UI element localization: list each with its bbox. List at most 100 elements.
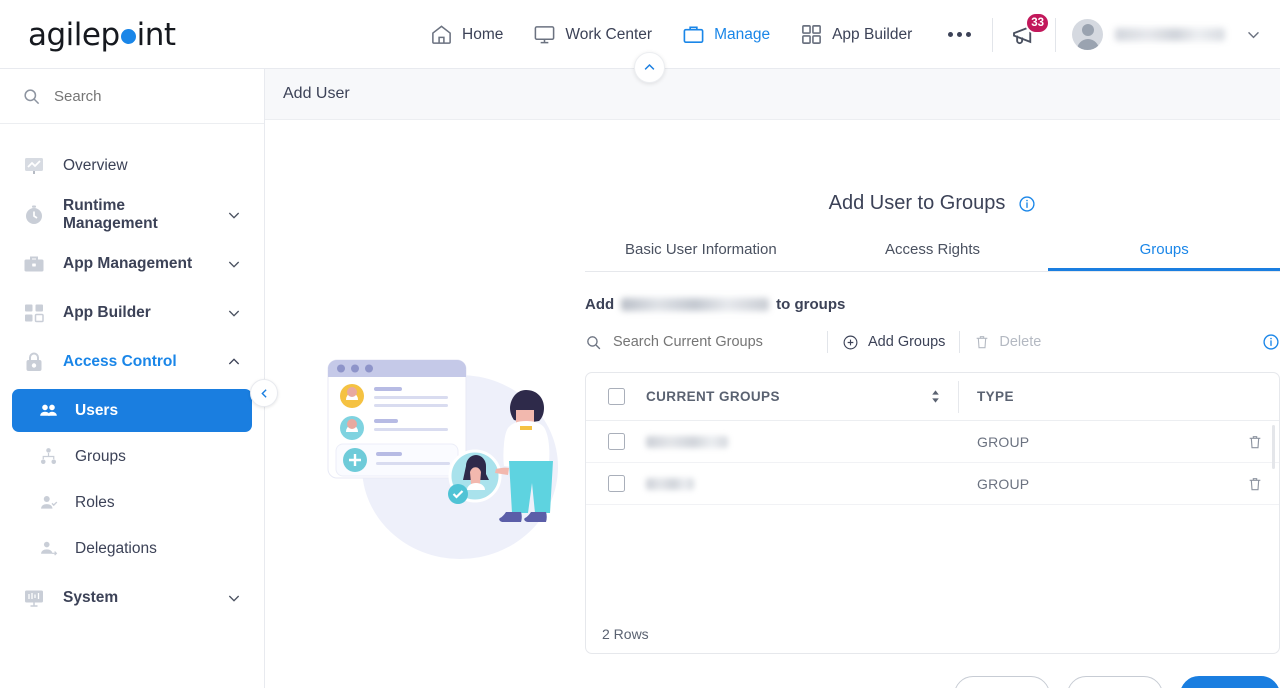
info-icon[interactable] xyxy=(1018,195,1036,213)
content-area: Add User to Groups Basic User Informatio… xyxy=(265,120,1280,688)
sidebar-search-input[interactable] xyxy=(54,87,224,105)
sidebar-menu: Overview Runtime Management App Manageme… xyxy=(0,124,264,622)
tab-groups[interactable]: Groups xyxy=(1048,241,1280,271)
row-group-name-value xyxy=(646,477,694,490)
add-user-illustration xyxy=(327,359,558,559)
logo-text-right: int xyxy=(136,17,176,53)
page-title: Add User xyxy=(283,85,350,102)
nav-item-manage[interactable]: Manage xyxy=(682,0,770,69)
chevron-down-icon[interactable] xyxy=(226,207,242,223)
add-line-suffix: to groups xyxy=(776,296,846,313)
finish-button[interactable]: Finish xyxy=(1180,676,1280,688)
select-all-checkbox[interactable] xyxy=(607,388,625,405)
nav-label-manage: Manage xyxy=(714,25,771,43)
sidebar-label-app-management: App Management xyxy=(63,254,193,272)
dot-3-icon xyxy=(966,32,972,37)
sidebar-search[interactable] xyxy=(0,69,264,124)
sidebar-label-access-control: Access Control xyxy=(63,352,177,370)
briefcase-icon xyxy=(683,26,704,43)
nav-item-work-center[interactable]: Work Center xyxy=(533,0,652,69)
more-options-button[interactable] xyxy=(942,32,977,37)
header-collapse-button[interactable] xyxy=(634,52,665,83)
column-header-current-groups[interactable]: CURRENT GROUPS xyxy=(646,389,958,404)
nav-label-app-builder: App Builder xyxy=(832,25,913,43)
dot-2-icon xyxy=(957,32,963,37)
grid-icon xyxy=(25,304,44,322)
divider xyxy=(992,17,993,52)
sidebar-item-app-builder[interactable]: App Builder xyxy=(0,288,264,337)
delete-label: Delete xyxy=(999,334,1042,350)
lock-icon xyxy=(26,352,42,371)
select-all-cell xyxy=(586,388,646,405)
row-checkbox[interactable] xyxy=(607,433,625,450)
sidebar-item-users[interactable]: Users xyxy=(12,389,252,432)
sidebar-label-roles: Roles xyxy=(75,493,115,511)
user-name-label xyxy=(1115,28,1225,41)
panel-title: Add User to Groups xyxy=(828,192,1006,214)
cancel-button[interactable]: Cancel xyxy=(954,676,1050,688)
sidebar-collapse-button[interactable] xyxy=(250,379,278,407)
chevron-down-icon[interactable] xyxy=(226,590,242,606)
tab-basic-user-information[interactable]: Basic User Information xyxy=(585,241,817,271)
trash-icon[interactable] xyxy=(1247,476,1263,492)
table-scrollbar[interactable] xyxy=(1272,425,1275,469)
user-avatar[interactable] xyxy=(1072,19,1103,50)
chevron-down-icon[interactable] xyxy=(226,305,242,321)
chevron-down-icon[interactable] xyxy=(226,256,242,272)
sidebar-item-delegations[interactable]: Delegations xyxy=(12,527,252,570)
overview-icon xyxy=(25,157,43,174)
delete-button[interactable]: Delete xyxy=(974,334,1041,350)
chevron-down-icon[interactable] xyxy=(1245,26,1262,43)
sort-arrows-icon[interactable] xyxy=(929,389,942,404)
groups-toolbar: Add Groups Delete xyxy=(585,327,1280,357)
nav-label-home: Home xyxy=(462,25,504,43)
info-icon[interactable] xyxy=(1262,333,1280,351)
panel-title-row: Add User to Groups xyxy=(585,120,1280,215)
sidebar-item-runtime-management[interactable]: Runtime Management xyxy=(0,190,264,239)
sidebar-item-app-management[interactable]: App Management xyxy=(0,239,264,288)
add-user-panel: Add User to Groups Basic User Informatio… xyxy=(585,120,1280,688)
search-current-groups-input[interactable] xyxy=(613,334,793,350)
chevron-up-icon xyxy=(644,63,655,70)
add-line-prefix: Add xyxy=(585,296,615,313)
logo-text-left: agilep xyxy=(28,17,120,53)
row-group-name xyxy=(646,477,958,490)
nav-item-home[interactable]: Home xyxy=(430,0,503,69)
group-icon xyxy=(40,448,57,465)
back-button[interactable]: Back xyxy=(1067,676,1163,688)
grid-icon xyxy=(802,25,822,44)
home-icon xyxy=(432,25,451,44)
notifications-button[interactable]: 33 xyxy=(1009,11,1050,50)
sidebar-item-roles[interactable]: Roles xyxy=(12,481,252,524)
add-line-username xyxy=(621,298,770,311)
sidebar-label-groups: Groups xyxy=(75,447,126,465)
role-icon xyxy=(41,496,58,509)
add-groups-label: Add Groups xyxy=(868,334,946,350)
chevron-up-icon[interactable] xyxy=(226,354,242,370)
row-checkbox[interactable] xyxy=(607,475,625,492)
sidebar-item-groups[interactable]: Groups xyxy=(12,435,252,478)
sidebar-item-overview[interactable]: Overview xyxy=(0,141,264,190)
table-header-row: CURRENT GROUPS TYPE xyxy=(586,373,1279,421)
chevron-left-icon xyxy=(260,388,267,398)
column-header-type: TYPE xyxy=(977,389,1014,404)
sidebar-item-system[interactable]: System xyxy=(0,573,264,622)
top-right-area: 33 xyxy=(976,0,1262,69)
sidebar-label-users: Users xyxy=(75,401,119,419)
agilepoint-logo[interactable]: agilep int xyxy=(28,17,176,53)
row-select-cell xyxy=(586,475,646,492)
sidebar-label-overview: Overview xyxy=(63,156,128,174)
table-row[interactable]: GROUP xyxy=(586,463,1279,505)
table-row[interactable]: GROUP xyxy=(586,421,1279,463)
trash-icon xyxy=(977,336,988,349)
briefcase-icon xyxy=(24,256,44,271)
tab-access-rights[interactable]: Access Rights xyxy=(817,241,1049,271)
add-groups-button[interactable]: Add Groups xyxy=(842,334,945,351)
trash-icon[interactable] xyxy=(1247,434,1263,450)
search-current-groups[interactable] xyxy=(585,334,813,351)
sidebar-item-access-control[interactable]: Access Control xyxy=(0,337,264,386)
nav-label-work-center: Work Center xyxy=(565,25,653,43)
sidebar-label-runtime-management: Runtime Management xyxy=(63,196,158,232)
panel-tabs: Basic User Information Access Rights Gro… xyxy=(585,241,1280,272)
nav-item-app-builder[interactable]: App Builder xyxy=(800,0,912,69)
